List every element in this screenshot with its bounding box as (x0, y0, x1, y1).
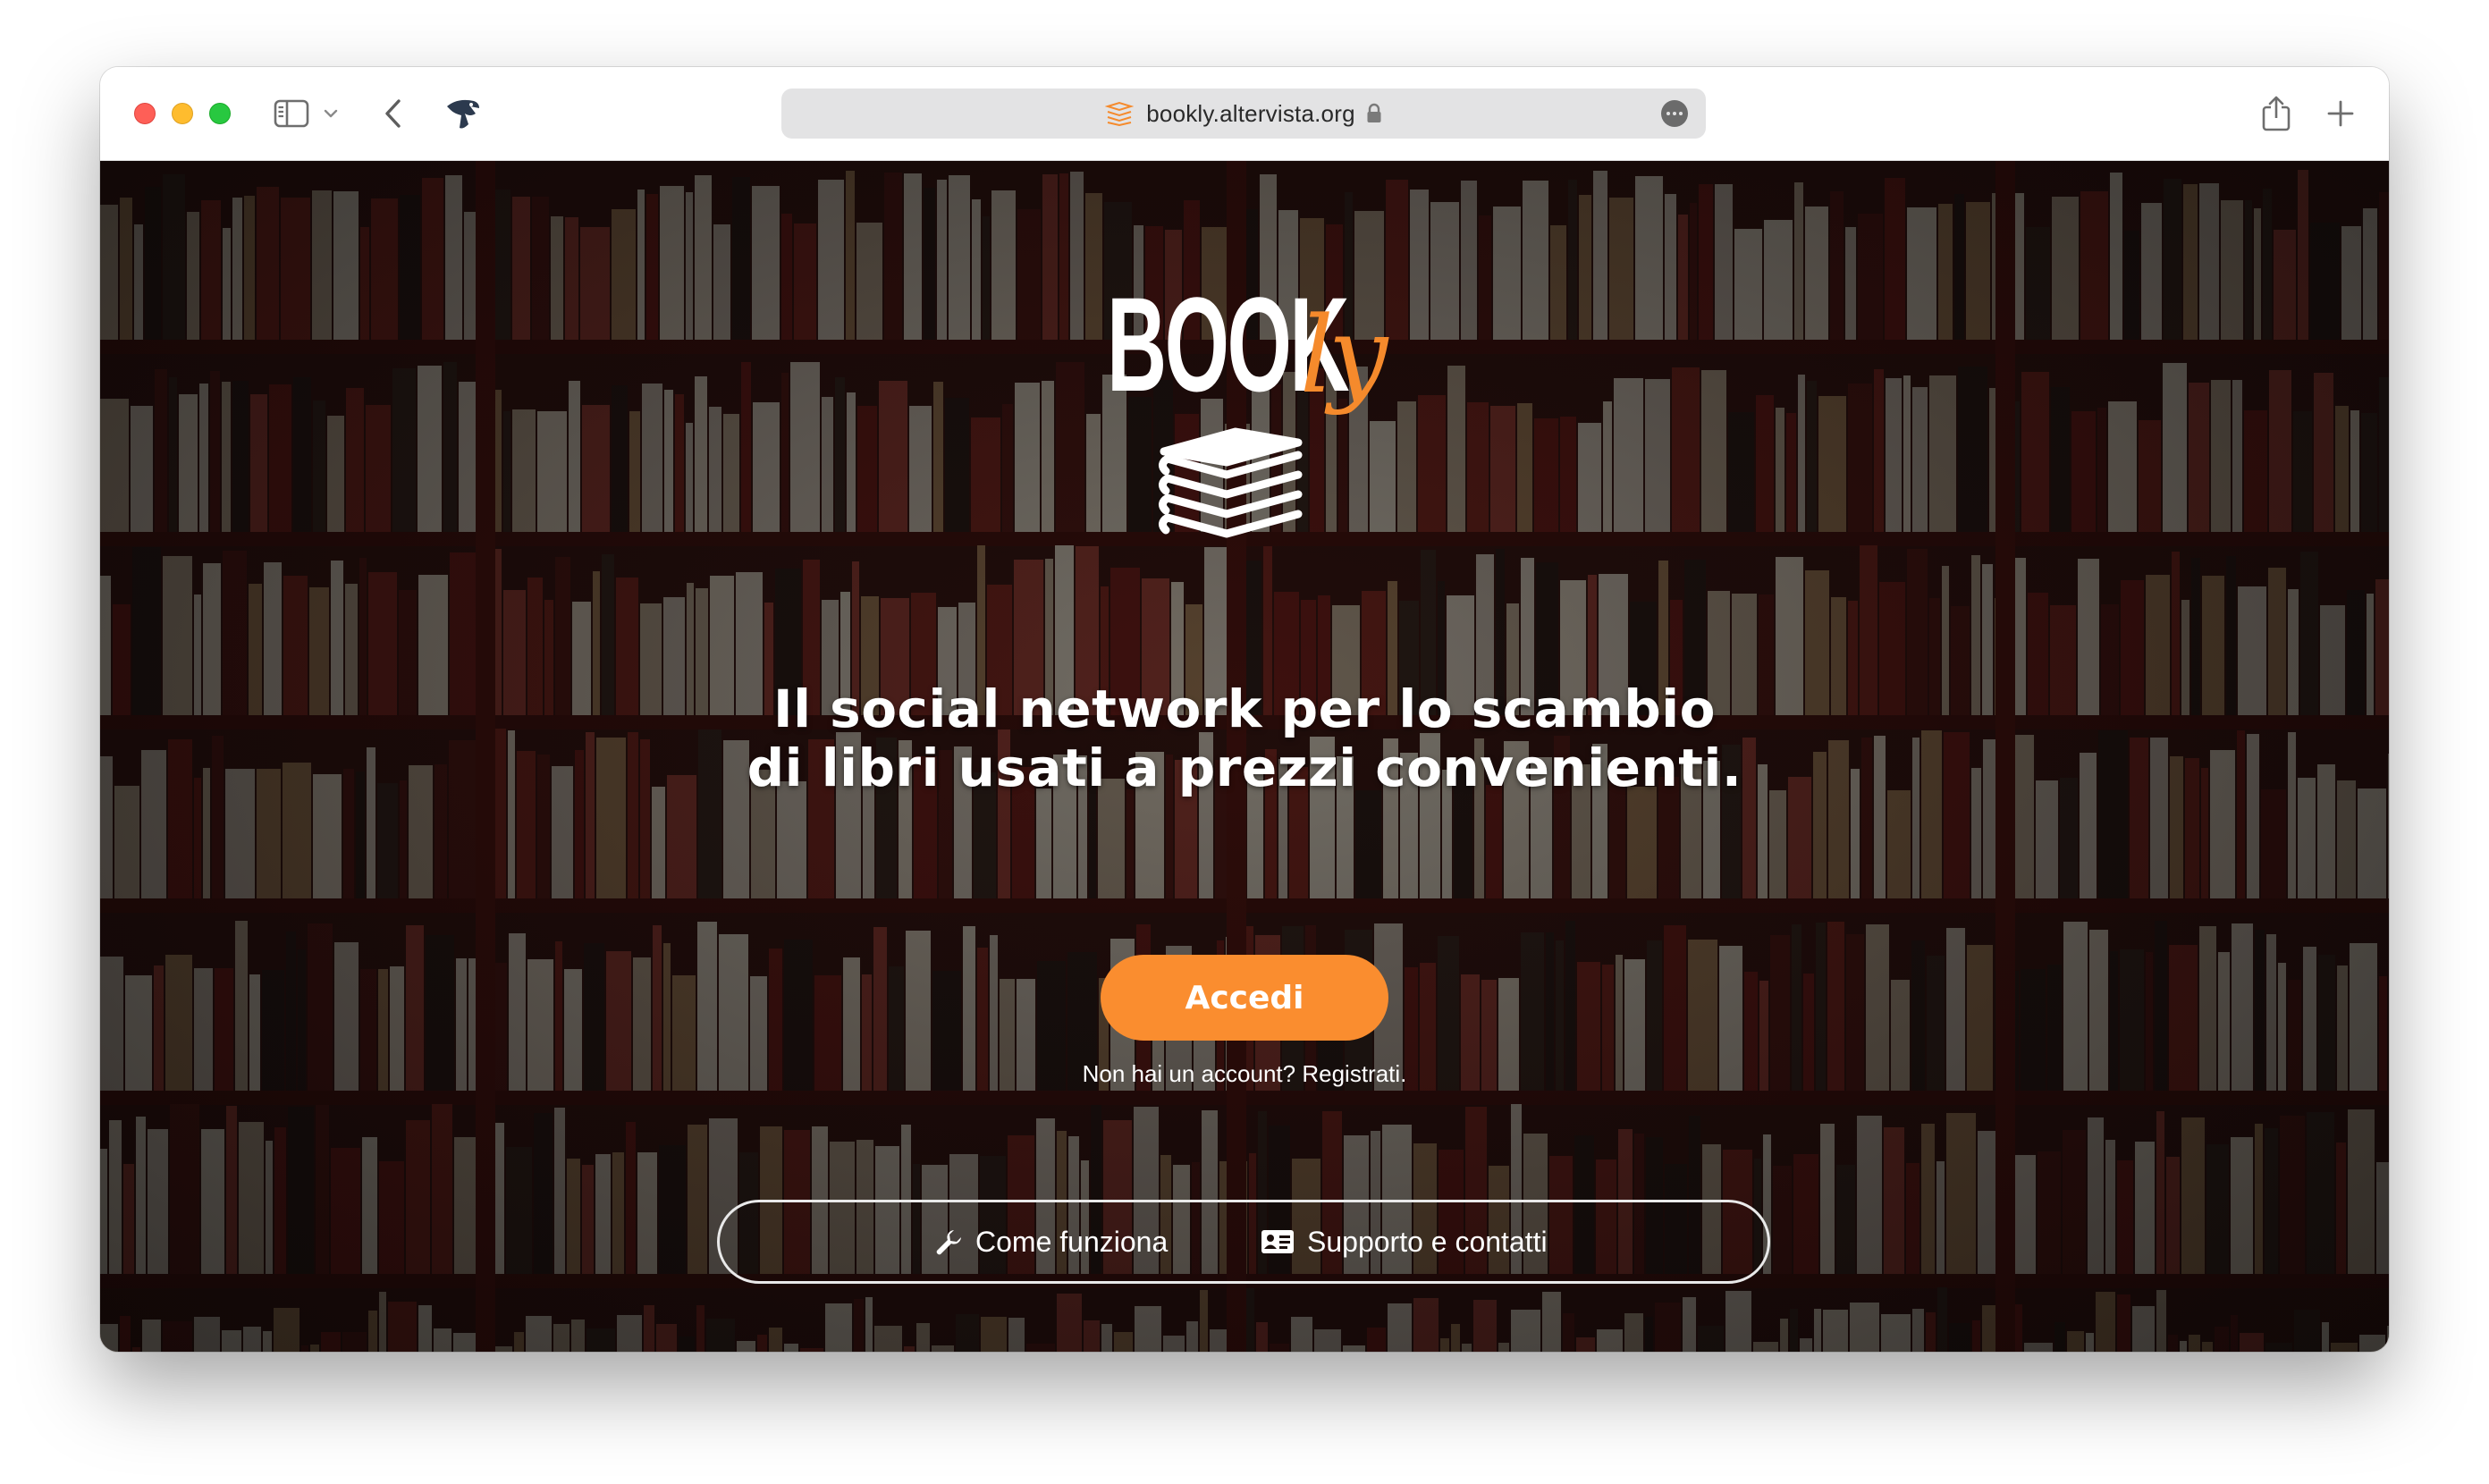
browser-toolbar: bookly.altervista.org (100, 67, 2389, 161)
close-window-button[interactable] (134, 103, 156, 124)
ellipsis-icon[interactable] (1661, 100, 1688, 127)
support-contacts-label: Supporto e contatti (1307, 1225, 1548, 1258)
minimize-window-button[interactable] (172, 103, 193, 124)
plus-icon[interactable] (2323, 94, 2358, 133)
zoom-window-button[interactable] (209, 103, 231, 124)
info-links-bar: Come funziona Supporto e contatti (717, 1200, 1770, 1284)
chevron-down-icon[interactable] (322, 94, 340, 133)
address-bar[interactable]: bookly.altervista.org (781, 89, 1706, 139)
page-content: BOOK ly Il social network per lo scambio… (100, 161, 2389, 1352)
wrench-icon (936, 1230, 961, 1255)
contact-card-icon (1261, 1230, 1294, 1253)
headline-line-1: Il social network per lo scambio (773, 679, 1716, 739)
how-it-works-label: Come funziona (975, 1225, 1169, 1258)
how-it-works-link[interactable]: Come funziona (934, 1202, 1168, 1281)
bookly-logo[interactable]: BOOK ly (1101, 277, 1396, 545)
bookly-favicon-icon (1105, 101, 1135, 126)
login-button[interactable]: Accedi (1101, 955, 1388, 1041)
lock-icon (1367, 103, 1381, 122)
support-contacts-link[interactable]: Supporto e contatti (1261, 1202, 1548, 1281)
back-arrow-icon[interactable] (375, 94, 411, 133)
signup-prompt-text: Non hai un account? (1082, 1060, 1296, 1087)
browser-window: bookly.altervista.org BOOK ly Il social … (100, 67, 2389, 1352)
page-headline: Il social network per lo scambio di libr… (619, 679, 1870, 797)
logo-accent: ly (1300, 293, 1388, 417)
book-stack-icon (1159, 427, 1303, 538)
headline-line-2: di libri usati a prezzi convenienti. (747, 738, 1742, 798)
sidebar-toggle-icon[interactable] (272, 94, 311, 133)
register-link[interactable]: Registrati. (1302, 1060, 1406, 1087)
share-icon[interactable] (2258, 94, 2294, 133)
extension-icon[interactable] (442, 94, 485, 133)
url-text: bookly.altervista.org (1146, 99, 1355, 127)
signup-prompt: Non hai un account? Registrati. (976, 1060, 1513, 1088)
